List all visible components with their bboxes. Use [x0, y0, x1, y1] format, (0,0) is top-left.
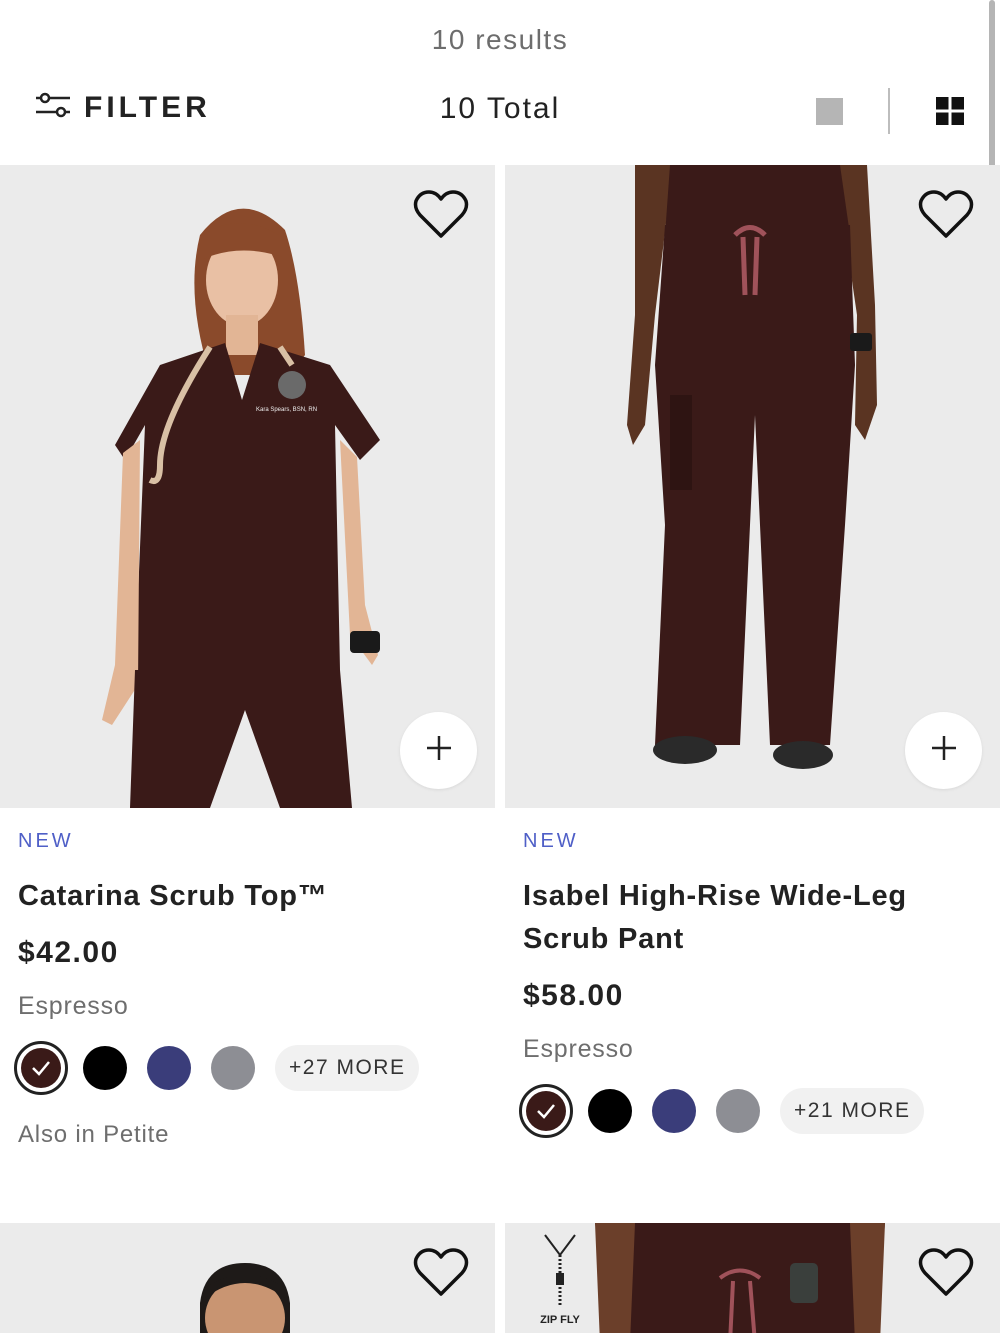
- plus-icon: [930, 734, 958, 767]
- swatch-black[interactable]: [588, 1089, 632, 1133]
- swatch-navy[interactable]: [652, 1089, 696, 1133]
- swatch-fill: [21, 1048, 61, 1088]
- product-price: $58.00: [523, 979, 624, 1012]
- selected-color-name: Espresso: [18, 992, 129, 1020]
- zip-fly-callout: ZIP FLY: [535, 1233, 585, 1326]
- plus-icon: [425, 734, 453, 767]
- heart-icon[interactable]: [413, 189, 469, 241]
- product-price: $42.00: [18, 936, 119, 969]
- swatch-black[interactable]: [83, 1046, 127, 1090]
- zipper-icon: [544, 1234, 576, 1305]
- check-icon: [32, 1061, 50, 1076]
- heart-icon[interactable]: [413, 1247, 469, 1299]
- new-badge: NEW: [18, 830, 74, 852]
- grid-view-icon[interactable]: [936, 97, 964, 125]
- filter-label: FILTER: [84, 90, 211, 124]
- heart-icon[interactable]: [918, 1247, 974, 1299]
- product-name[interactable]: Isabel High-Rise Wide-Leg Scrub Pant: [523, 875, 963, 961]
- product-card[interactable]: NEW Isabel High-Rise Wide-Leg Scrub Pant…: [505, 165, 1000, 1138]
- swatch-espresso[interactable]: [14, 1041, 68, 1095]
- swatch-navy[interactable]: [147, 1046, 191, 1090]
- product-card[interactable]: Kara Spears, BSN, RN NEW Catarina Scrub …: [0, 165, 495, 1149]
- new-badge: NEW: [523, 830, 579, 852]
- heart-icon[interactable]: [918, 189, 974, 241]
- model-pant-illustration: [505, 165, 1000, 808]
- product-image[interactable]: ZIP FLY: [505, 1223, 1000, 1333]
- more-colors-button[interactable]: +27 MORE: [275, 1045, 420, 1091]
- view-divider: [888, 88, 890, 134]
- color-swatches: +21 MORE: [519, 1084, 1000, 1138]
- selected-color-name: Espresso: [523, 1035, 634, 1063]
- swatch-fill: [526, 1091, 566, 1131]
- zip-fly-label: ZIP FLY: [540, 1314, 580, 1326]
- product-image[interactable]: Kara Spears, BSN, RN: [0, 165, 495, 808]
- swatch-grey[interactable]: [211, 1046, 255, 1090]
- filter-sliders-icon: [34, 90, 72, 125]
- toolbar: FILTER 10 Total: [0, 80, 1000, 142]
- product-name[interactable]: Catarina Scrub Top™: [18, 875, 458, 918]
- results-count: 10 results: [431, 24, 569, 55]
- product-image[interactable]: [505, 165, 1000, 808]
- color-swatches: +27 MORE: [14, 1041, 495, 1095]
- model-top-illustration: Kara Spears, BSN, RN: [0, 165, 495, 808]
- svg-text:Kara Spears, BSN, RN: Kara Spears, BSN, RN: [256, 407, 317, 413]
- filter-button[interactable]: FILTER: [34, 90, 211, 125]
- quick-add-button[interactable]: [905, 712, 982, 789]
- swatch-grey[interactable]: [716, 1089, 760, 1133]
- product-image[interactable]: [0, 1223, 495, 1333]
- single-view-icon[interactable]: [816, 98, 843, 125]
- also-in-petite[interactable]: Also in Petite: [18, 1121, 495, 1149]
- check-icon: [537, 1104, 555, 1119]
- quick-add-button[interactable]: [400, 712, 477, 789]
- more-colors-button[interactable]: +21 MORE: [780, 1088, 925, 1134]
- swatch-espresso[interactable]: [519, 1084, 573, 1138]
